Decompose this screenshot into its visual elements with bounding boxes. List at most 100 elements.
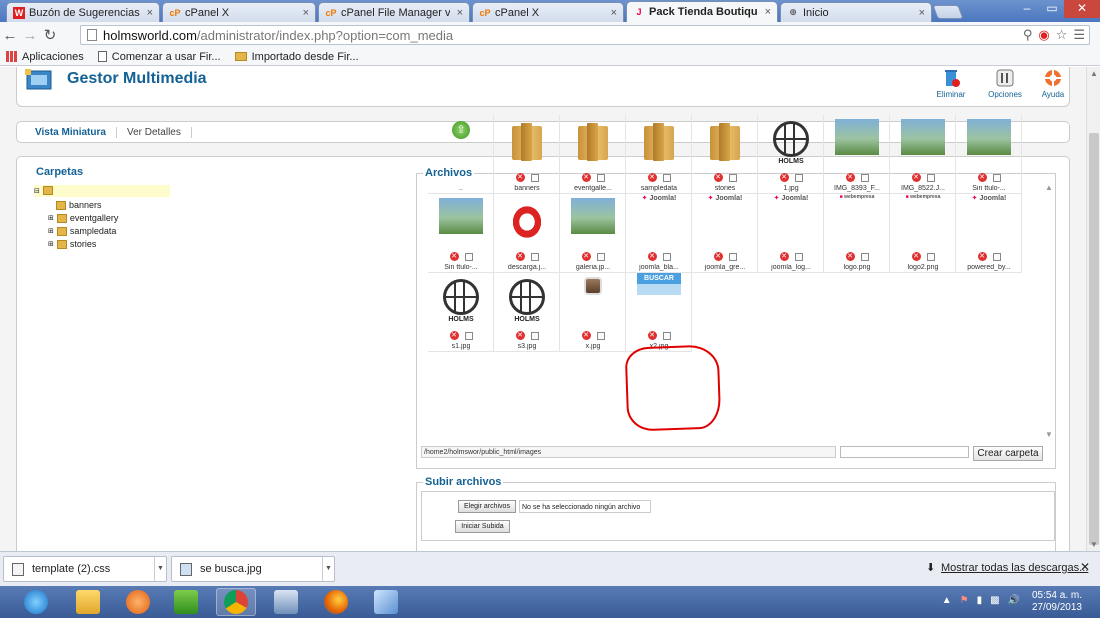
up-arrow-icon[interactable]: ⇧: [452, 121, 470, 139]
delete-button[interactable]: Eliminar: [931, 69, 971, 99]
signal-icon[interactable]: ▩: [990, 595, 999, 606]
thumbnail[interactable]: [632, 115, 686, 171]
start-upload-button[interactable]: Iniciar Subida: [455, 520, 510, 533]
minimize-button[interactable]: –: [1014, 0, 1040, 18]
file-name[interactable]: eventgalle...: [561, 185, 625, 192]
file-name[interactable]: logo.png: [825, 264, 889, 271]
delete-icon[interactable]: ✕: [515, 331, 525, 340]
taskbar-explorer[interactable]: [68, 588, 108, 616]
thumbnail[interactable]: [500, 115, 554, 171]
select-checkbox[interactable]: [662, 331, 671, 340]
close-tab-icon[interactable]: ×: [608, 7, 617, 19]
tree-root[interactable]: ⊟: [34, 186, 53, 195]
taskbar-word[interactable]: [166, 588, 206, 616]
expand-icon[interactable]: ⊞: [48, 227, 54, 235]
bookmark-star-icon[interactable]: ☆: [1056, 27, 1068, 43]
select-checkbox[interactable]: [992, 252, 1001, 261]
folder-item[interactable]: ✕ sampledata: [626, 115, 692, 194]
close-window-button[interactable]: ✕: [1064, 0, 1100, 18]
download-item[interactable]: se busca.jpg ▼: [171, 556, 335, 582]
thumbnail[interactable]: [434, 194, 488, 250]
delete-icon[interactable]: ✕: [911, 252, 921, 261]
files-scrollbar[interactable]: ▲ ▼: [1043, 183, 1055, 439]
file-name[interactable]: x.jpg: [561, 343, 625, 350]
address-bar[interactable]: holmsworld.com/administrator/index.php?o…: [80, 25, 1090, 45]
tab-file-manager[interactable]: cP cPanel File Manager v3 ×: [318, 2, 470, 22]
tree-root-row[interactable]: [34, 185, 170, 197]
delete-icon[interactable]: ✕: [713, 173, 723, 182]
back-icon[interactable]: ←: [0, 27, 20, 44]
file-item[interactable]: HOLMS ✕ 1.jpg: [758, 115, 824, 194]
delete-icon[interactable]: ✕: [581, 331, 591, 340]
thumbnail[interactable]: [566, 273, 620, 329]
select-checkbox[interactable]: [464, 252, 473, 261]
thumbnail[interactable]: ✦ Joomla!: [698, 194, 752, 250]
file-name[interactable]: Sin ttulo-...: [429, 264, 493, 271]
help-button[interactable]: Ayuda: [1033, 69, 1073, 99]
file-item[interactable]: ✦ Joomla! ✕ joomla_gre...: [692, 194, 758, 273]
parent-folder-item[interactable]: ⇧..: [428, 115, 494, 194]
file-name[interactable]: joomla_gre...: [693, 264, 757, 271]
file-name[interactable]: banners: [495, 185, 559, 192]
options-button[interactable]: Opciones: [985, 69, 1025, 99]
create-folder-button[interactable]: Crear carpeta: [973, 446, 1043, 461]
thumbnail[interactable]: BUSCAR: [632, 273, 686, 329]
delete-icon[interactable]: ✕: [647, 173, 657, 182]
tree-item-stories[interactable]: ⊞ stories: [48, 239, 96, 249]
select-checkbox[interactable]: [464, 331, 473, 340]
taskbar-notes[interactable]: [366, 588, 406, 616]
file-item[interactable]: ✕ Sin ttulo-...: [956, 115, 1022, 194]
file-name[interactable]: descarga.j...: [495, 264, 559, 271]
taskbar-chrome[interactable]: [216, 588, 256, 616]
download-menu-icon[interactable]: ▼: [322, 557, 334, 581]
file-name[interactable]: logo2.png: [891, 264, 955, 271]
select-checkbox[interactable]: [860, 173, 869, 182]
select-checkbox[interactable]: [728, 173, 737, 182]
file-name[interactable]: s3.jpg: [495, 343, 559, 350]
select-checkbox[interactable]: [596, 173, 605, 182]
delete-icon[interactable]: ✕: [977, 173, 987, 182]
select-checkbox[interactable]: [926, 252, 935, 261]
page-scrollbar[interactable]: ▲ ▼: [1086, 67, 1100, 551]
bookmark-importado[interactable]: Importado desde Fir...: [234, 51, 359, 63]
tree-item-eventgallery[interactable]: ⊞ eventgallery: [48, 213, 118, 223]
select-checkbox[interactable]: [530, 252, 539, 261]
thumbnail[interactable]: [500, 194, 554, 250]
select-checkbox[interactable]: [992, 173, 1001, 182]
delete-icon[interactable]: ✕: [845, 252, 855, 261]
file-name[interactable]: joomla_bla...: [627, 264, 691, 271]
thumbnail[interactable]: HOLMS: [434, 273, 488, 329]
thumbnail[interactable]: ✦ Joomla!: [962, 194, 1016, 250]
thumbnail[interactable]: HOLMS: [500, 273, 554, 329]
select-checkbox[interactable]: [530, 173, 539, 182]
thumbnail[interactable]: ■ webempresa: [830, 194, 884, 250]
thumbnail[interactable]: ⇧: [434, 115, 488, 171]
thumbnail[interactable]: [566, 115, 620, 171]
file-item[interactable]: ✦ Joomla! ✕ joomla_log...: [758, 194, 824, 273]
forward-icon[interactable]: →: [20, 27, 40, 44]
battery-icon[interactable]: ▮: [977, 595, 983, 606]
delete-icon[interactable]: ✕: [581, 173, 591, 182]
tray-expand-icon[interactable]: ▲: [942, 595, 952, 606]
file-item[interactable]: ✕ galeria.jp...: [560, 194, 626, 273]
thumbnail[interactable]: HOLMS: [764, 115, 818, 171]
new-folder-input[interactable]: [840, 446, 969, 458]
show-all-downloads-link[interactable]: Mostrar todas las descargas...: [941, 562, 1088, 574]
select-checkbox[interactable]: [860, 252, 869, 261]
delete-icon[interactable]: ✕: [515, 173, 525, 182]
delete-icon[interactable]: ✕: [449, 252, 459, 261]
taskbar-network[interactable]: [266, 588, 306, 616]
tab-inicio[interactable]: ⊕ Inicio ×: [780, 2, 932, 22]
delete-icon[interactable]: ✕: [911, 173, 921, 182]
file-item[interactable]: HOLMS ✕ s3.jpg: [494, 273, 560, 352]
new-tab-button[interactable]: [932, 5, 964, 19]
thumbnail[interactable]: [566, 194, 620, 250]
delete-icon[interactable]: ✕: [713, 252, 723, 261]
select-checkbox[interactable]: [728, 252, 737, 261]
select-checkbox[interactable]: [662, 173, 671, 182]
select-checkbox[interactable]: [662, 252, 671, 261]
file-name[interactable]: s1.jpg: [429, 343, 493, 350]
delete-icon[interactable]: ✕: [647, 252, 657, 261]
file-name[interactable]: sampledata: [627, 185, 691, 192]
page-scrollbar-thumb[interactable]: [1089, 133, 1099, 545]
